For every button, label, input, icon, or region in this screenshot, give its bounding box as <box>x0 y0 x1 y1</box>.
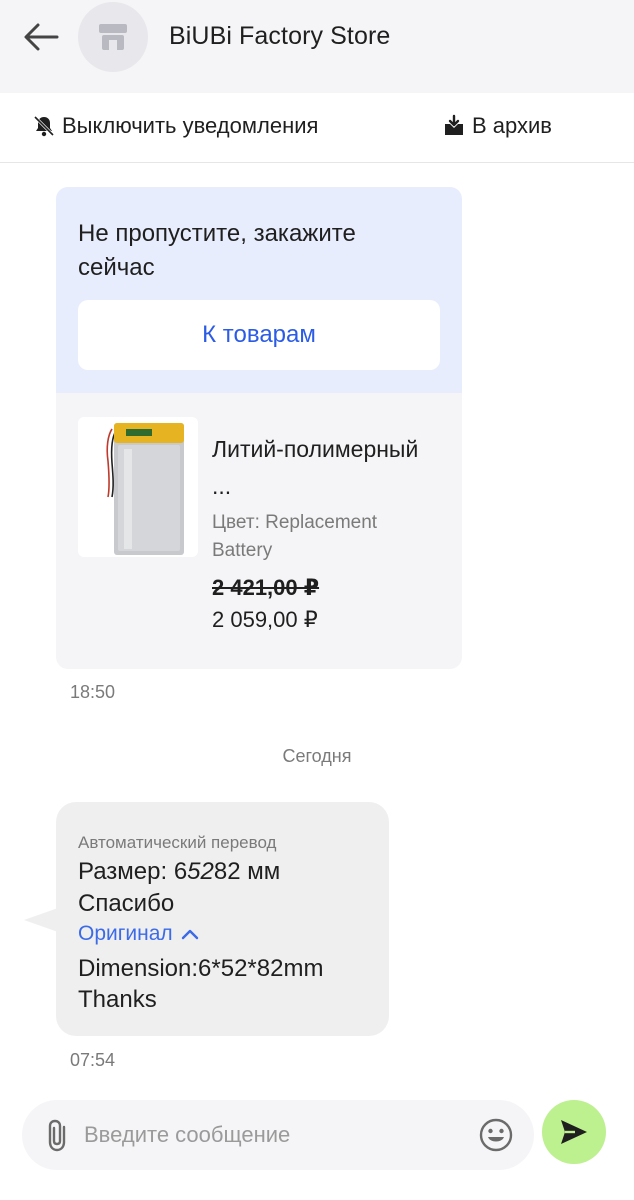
original-text-line-2: Thanks <box>78 986 157 1013</box>
message-bubble[interactable]: Автоматический перевод Размер: 65282 мм … <box>56 802 389 1036</box>
message-time: 18:50 <box>70 682 116 702</box>
archive-label: В архив <box>472 113 552 138</box>
old-price: 2 421,00 ₽ <box>212 575 320 600</box>
chat-title: BiUBi Factory Store <box>169 22 391 50</box>
to-products-button[interactable]: К товарам <box>78 300 440 370</box>
original-toggle[interactable]: Оригинал <box>78 922 199 946</box>
promo-card: Не пропустите, закажите сейчас К товарам… <box>56 187 462 669</box>
translated-text-italic: 52 <box>187 858 214 885</box>
archive-icon <box>445 114 463 135</box>
translated-text-line-1-end: 82 мм <box>213 858 281 885</box>
chevron-up-icon <box>181 929 198 940</box>
message-input[interactable] <box>84 1114 464 1156</box>
product-name: Литий-полимерный ... <box>212 436 419 499</box>
promo-banner: Не пропустите, закажите сейчас К товарам <box>56 187 462 393</box>
mute-notifications-button[interactable]: Выключить уведомления <box>32 113 318 139</box>
product-image[interactable] <box>78 417 198 557</box>
paperclip-icon[interactable] <box>44 1118 74 1152</box>
send-button[interactable] <box>542 1100 606 1164</box>
original-toggle-label: Оригинал <box>78 922 173 945</box>
battery-image <box>106 423 184 555</box>
translated-text-line-1-start: Размер: 6 <box>78 858 188 885</box>
action-bar: Выключить уведомления В архив <box>0 93 634 163</box>
translated-text-line-2: Спасибо <box>78 890 175 917</box>
archive-button[interactable]: В архив <box>442 113 552 139</box>
product-color: Цвет: Replacement Battery <box>212 512 378 561</box>
date-separator: Сегодня <box>282 746 352 766</box>
mute-notifications-label: Выключить уведомления <box>62 113 319 138</box>
original-text-line-1: Dimension:6*52*82mm <box>78 955 324 982</box>
chat-header: BiUBi Factory Store <box>0 0 634 93</box>
smile-icon[interactable] <box>478 1117 514 1153</box>
back-button[interactable] <box>20 16 62 58</box>
message-composer <box>22 1100 534 1170</box>
new-price: 2 059,00 ₽ <box>212 607 318 632</box>
send-icon <box>561 1120 587 1144</box>
promo-text: Не пропустите, закажите сейчас <box>78 220 356 281</box>
product-item[interactable]: Литий-полимерный ... Цвет: Replacement B… <box>56 393 462 669</box>
message-time: 07:54 <box>70 1050 116 1070</box>
message-bubble-tail <box>24 908 58 932</box>
bell-off-icon <box>33 115 55 137</box>
translated-text-line-1: Размер: 65282 мм <box>78 856 280 887</box>
store-icon <box>99 24 127 50</box>
arrow-left-icon <box>24 23 59 51</box>
auto-translation-label: Автоматический перевод <box>78 833 277 852</box>
avatar[interactable] <box>78 2 148 72</box>
